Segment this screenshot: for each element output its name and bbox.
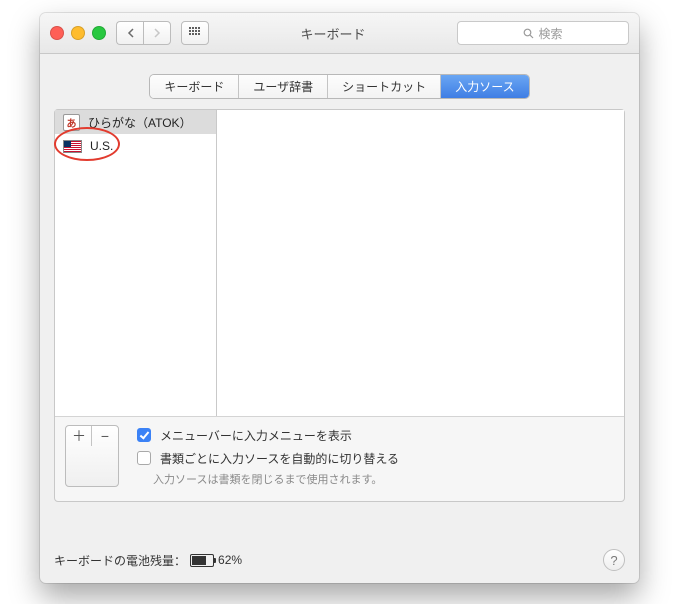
- tabbar: キーボード ユーザ辞書 ショートカット 入力ソース: [149, 74, 529, 99]
- close-icon[interactable]: [50, 26, 64, 40]
- content-panel: あ ひらがな（ATOK） U.S. ＋ − メニューバーに入: [54, 109, 625, 502]
- tab-inputsources[interactable]: 入力ソース: [441, 75, 528, 98]
- us-flag-icon: [63, 140, 82, 153]
- forward-button[interactable]: [143, 21, 171, 45]
- battery-percent: 62%: [218, 553, 242, 567]
- checkbox-label: メニューバーに入力メニューを表示: [160, 427, 352, 444]
- checkbox-label: 書類ごとに入力ソースを自動的に切り替える: [160, 450, 399, 467]
- remove-button[interactable]: −: [92, 426, 118, 446]
- toolbar: キーボード 検索: [40, 13, 639, 54]
- show-input-menu-checkbox[interactable]: [137, 428, 151, 442]
- list-item-label: ひらがな（ATOK）: [88, 114, 192, 131]
- grid-icon: [189, 27, 201, 39]
- add-button[interactable]: ＋: [66, 426, 92, 446]
- list-item[interactable]: U.S.: [55, 134, 216, 158]
- footer: キーボードの電池残量： 62% ?: [54, 549, 625, 571]
- tab-userdict[interactable]: ユーザ辞書: [239, 75, 328, 98]
- back-button[interactable]: [116, 21, 143, 45]
- minimize-icon[interactable]: [71, 26, 85, 40]
- atok-icon: あ: [63, 114, 80, 131]
- search-field[interactable]: 検索: [457, 21, 629, 45]
- battery-label: キーボードの電池残量：: [54, 552, 186, 569]
- tab-shortcuts[interactable]: ショートカット: [328, 75, 441, 98]
- search-icon: [523, 28, 534, 39]
- auto-switch-checkbox[interactable]: [137, 451, 151, 465]
- list-item-label: U.S.: [90, 139, 113, 153]
- show-all-button[interactable]: [181, 21, 209, 45]
- search-placeholder: 検索: [538, 25, 562, 42]
- add-remove-segment: ＋ −: [65, 425, 119, 487]
- input-source-list[interactable]: あ ひらがな（ATOK） U.S.: [55, 110, 217, 416]
- window-title: キーボード: [219, 24, 447, 43]
- list-item[interactable]: あ ひらがな（ATOK）: [55, 110, 216, 134]
- window-controls: [50, 26, 106, 40]
- help-button[interactable]: ?: [603, 549, 625, 571]
- tab-keyboard[interactable]: キーボード: [150, 75, 239, 98]
- detail-pane: [217, 110, 624, 416]
- nav-segment: [116, 21, 171, 45]
- battery-icon: [190, 554, 214, 567]
- zoom-icon[interactable]: [92, 26, 106, 40]
- preferences-window: キーボード 検索 キーボード ユーザ辞書 ショートカット 入力ソース あ ひらが…: [40, 13, 639, 583]
- hint-text: 入力ソースは書類を閉じるまで使用されます。: [153, 471, 614, 487]
